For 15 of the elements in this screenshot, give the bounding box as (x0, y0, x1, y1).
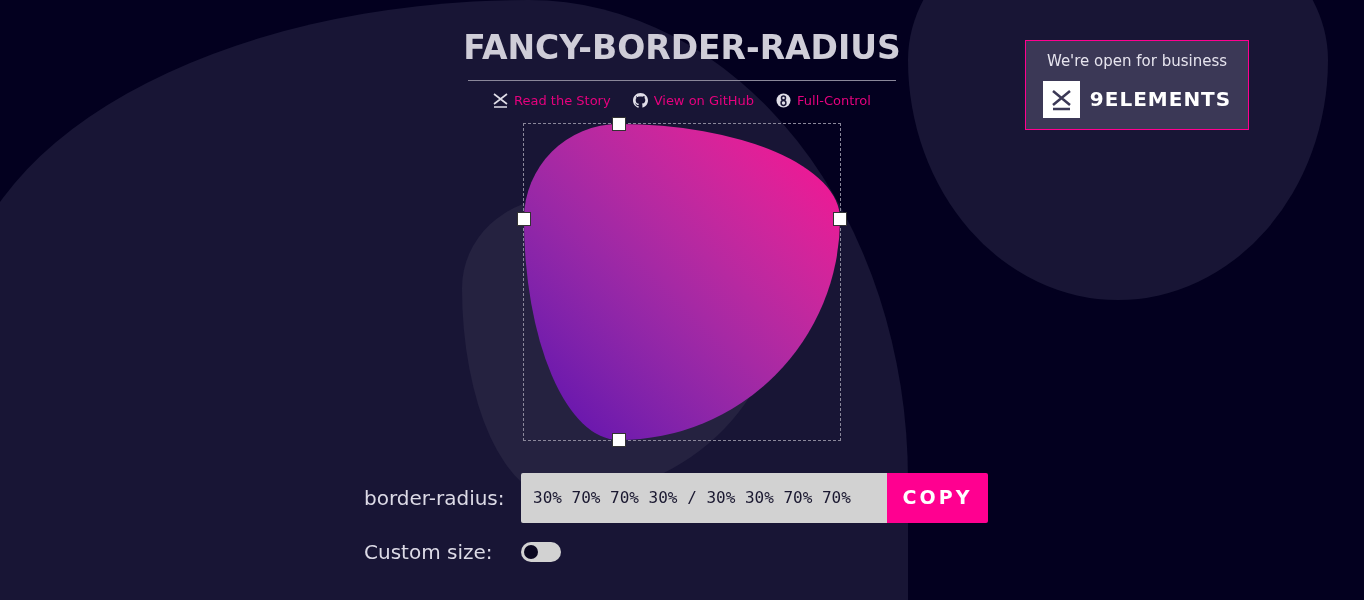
copy-button[interactable]: COPY (887, 472, 988, 523)
crossed-lines-icon (493, 93, 509, 109)
logo-icon (1042, 80, 1080, 118)
field-label: Custom size: (364, 538, 494, 566)
field-label: border-radius: (364, 484, 506, 512)
numbered-circle-icon (776, 93, 791, 109)
drag-handle[interactable] (833, 211, 847, 226)
border-radius-field[interactable]: 30% 70% 70% 30% / 30% 30% 70% 70% (521, 472, 887, 523)
page-title: FANCY-BORDER-RADIUS (463, 28, 901, 68)
brand-name: 9ELEMENTS (1089, 86, 1232, 113)
link[interactable]: Full-Control (797, 91, 871, 111)
link[interactable]: Read the Story (514, 91, 611, 111)
github-icon (632, 93, 648, 109)
link[interactable]: View on GitHub (653, 91, 754, 111)
promo-text: We're open for business (1046, 51, 1228, 72)
